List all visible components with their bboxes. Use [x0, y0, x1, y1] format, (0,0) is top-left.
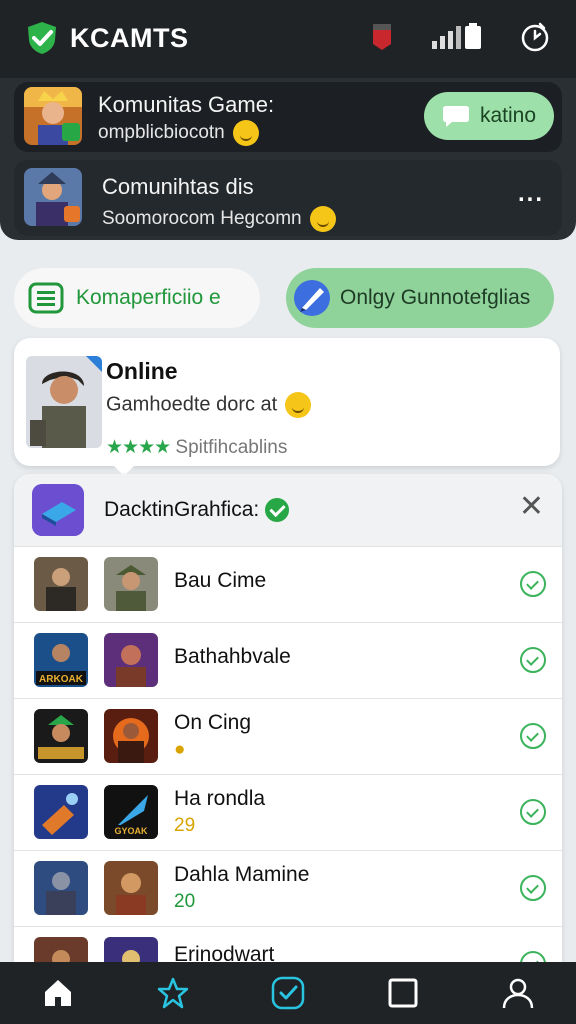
game-stat: 29	[174, 815, 196, 836]
nav-profile[interactable]	[488, 968, 548, 1018]
game-thumb	[104, 709, 158, 763]
check-circle-icon[interactable]	[520, 723, 546, 749]
game-name: Bathahbvale	[174, 645, 291, 668]
signal-battery-icon	[432, 23, 481, 49]
list-row[interactable]: GYOAK Ha rondla 29	[14, 774, 562, 850]
game-name: On Cing	[174, 711, 252, 734]
rating-stars: ★★★★	[106, 437, 171, 458]
shield-check-icon	[271, 976, 305, 1010]
bottom-navigation	[0, 962, 576, 1024]
check-circle-icon[interactable]	[520, 647, 546, 673]
nav-square[interactable]	[373, 968, 433, 1018]
nav-favorites[interactable]	[143, 968, 203, 1018]
game-thumb	[34, 557, 88, 611]
check-circle-icon[interactable]	[520, 875, 546, 901]
star-icon	[157, 977, 189, 1009]
game-art	[26, 356, 102, 448]
notification-subtitle: Soomorocom Hegcomn	[102, 206, 336, 232]
game-name: Dahla Mamine	[174, 863, 310, 886]
list-header: DacktinGrahfica: ✕	[14, 474, 562, 546]
game-thumb: ARKOAK	[34, 633, 88, 687]
smile-emoji-icon	[309, 206, 336, 232]
card-subtitle: Gamhoedte dorc at	[106, 392, 312, 418]
close-button[interactable]: ✕	[519, 492, 544, 522]
card-rating: ★★★★ Spitfihcablins	[106, 436, 287, 459]
game-avatar	[24, 87, 82, 145]
list-row[interactable]: Dahla Mamine 20	[14, 850, 562, 926]
eraser-app-icon	[32, 484, 84, 536]
game-list-panel: DacktinGrahfica: ✕ Bau Cime ARKOAK Batha…	[14, 474, 562, 974]
notification-community-game[interactable]: Komunitas Game: ompblicbiocotn katino	[14, 82, 562, 152]
check-circle-icon[interactable]	[520, 799, 546, 825]
filter-label: Komaperficiio e	[76, 286, 221, 309]
game-thumb	[34, 785, 88, 839]
nav-home[interactable]	[28, 968, 88, 1018]
shield-check-logo-icon	[28, 22, 56, 54]
power-timer-icon[interactable]	[520, 22, 550, 52]
game-name: Bau Cime	[174, 569, 267, 592]
join-label: katino	[479, 104, 537, 127]
status-icons	[370, 22, 550, 52]
list-row[interactable]: ARKOAK Bathahbvale	[14, 622, 562, 698]
filter-pill-online[interactable]: Onlgy Gunnotefglias	[286, 268, 554, 328]
smile-emoji-icon	[232, 120, 259, 146]
join-chat-button[interactable]: katino	[424, 92, 554, 140]
home-icon	[44, 980, 71, 1006]
notification-title: Comunihtas dis	[102, 174, 254, 199]
profile-icon	[503, 978, 534, 1009]
game-avatar	[24, 168, 82, 226]
check-circle-icon[interactable]	[520, 571, 546, 597]
list-row[interactable]: Bau Cime	[14, 546, 562, 622]
card-title: Online	[106, 358, 178, 384]
bookmark-shield-icon[interactable]	[370, 22, 394, 52]
filter-label: Onlgy Gunnotefglias	[340, 286, 531, 309]
svg-text:GYOAK: GYOAK	[114, 826, 148, 836]
notification-title: Komunitas Game:	[98, 92, 275, 117]
app-name: KCAMTS	[70, 22, 189, 53]
brand: KCAMTS	[24, 20, 189, 56]
game-thumb	[104, 633, 158, 687]
svg-text:ARKOAK: ARKOAK	[39, 674, 84, 685]
notification-community[interactable]: Comunihtas dis Soomorocom Hegcomn ...	[14, 160, 562, 236]
game-thumb	[104, 861, 158, 915]
game-stat: 20	[174, 891, 196, 912]
emoji-icon	[285, 392, 312, 418]
online-game-card[interactable]: Online Gamhoedte dorc at ★★★★ Spitfihcab…	[14, 338, 560, 466]
list-row[interactable]: On Cing ●	[14, 698, 562, 774]
brush-icon	[294, 280, 330, 316]
rating-text: Spitfihcablins	[175, 437, 288, 458]
filter-pill-competition[interactable]: Komaperficiio e	[14, 268, 260, 328]
chat-bubble-icon	[442, 106, 469, 127]
notification-subtitle: ompblicbiocotn	[98, 120, 259, 146]
nav-verified[interactable]	[258, 968, 318, 1018]
list-header-title: DacktinGrahfica:	[104, 498, 290, 523]
game-thumb: GYOAK	[104, 785, 158, 839]
game-name: Ha rondla	[174, 787, 266, 810]
gold-badge-icon: ●	[174, 739, 186, 760]
top-bar: KCAMTS	[0, 0, 576, 78]
game-thumb	[34, 861, 88, 915]
more-options-button[interactable]: ...	[518, 180, 544, 208]
game-thumb	[34, 709, 88, 763]
list-icon	[28, 282, 64, 314]
verified-check-icon	[265, 498, 290, 523]
game-thumb	[104, 557, 158, 611]
square-icon	[388, 978, 418, 1008]
